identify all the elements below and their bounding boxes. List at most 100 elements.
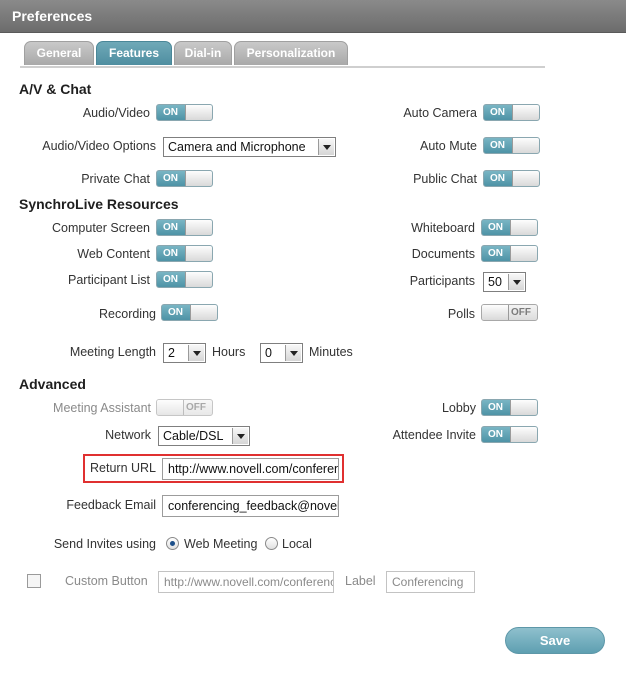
tab-features[interactable]: Features (96, 41, 172, 65)
toggle-state: ON (490, 173, 505, 184)
attendee-invite-label: Attendee Invite (392, 428, 476, 442)
whiteboard-label: Whiteboard (411, 221, 475, 235)
select-value: 0 (265, 346, 272, 360)
toggle-knob (185, 272, 212, 287)
hours-label: Hours (212, 345, 246, 359)
feedback-email-input[interactable]: conferencing_feedback@novell.com (162, 495, 339, 517)
participants-select[interactable]: 50 (483, 272, 526, 292)
chevron-down-icon (318, 139, 334, 155)
return-url-input[interactable]: http://www.novell.com/conferencing (162, 458, 339, 480)
toggle-knob (510, 246, 537, 261)
toggle-state: ON (163, 274, 178, 285)
participants-label: Participants (409, 274, 475, 288)
tab-general[interactable]: General (24, 41, 94, 65)
network-select[interactable]: Cable/DSL (158, 426, 250, 446)
toggle-knob (510, 220, 537, 235)
toggle-knob (482, 305, 509, 320)
chevron-down-icon (508, 274, 524, 290)
toggle-knob (510, 427, 537, 442)
tab-divider (20, 66, 545, 68)
computer-screen-toggle[interactable]: ON (156, 219, 213, 236)
audio-video-options-select[interactable]: Camera and Microphone (163, 137, 336, 157)
section-advanced: Advanced (19, 376, 86, 392)
web-content-label: Web Content (77, 247, 150, 261)
auto-mute-toggle[interactable]: ON (483, 137, 540, 154)
meeting-assistant-toggle[interactable]: OFF (156, 399, 213, 416)
section-av-chat: A/V & Chat (19, 81, 92, 97)
section-synchrolive: SynchroLive Resources (19, 196, 179, 212)
web-content-toggle[interactable]: ON (156, 245, 213, 262)
custom-button-label-caption: Label (345, 574, 376, 588)
toggle-knob (510, 400, 537, 415)
audio-video-toggle[interactable]: ON (156, 104, 213, 121)
local-label: Local (282, 537, 312, 551)
toggle-state: ON (488, 402, 503, 413)
toggle-state: ON (490, 107, 505, 118)
chevron-down-icon (232, 428, 248, 444)
return-url-label: Return URL (90, 461, 156, 475)
toggle-state: ON (163, 222, 178, 233)
toggle-knob (185, 220, 212, 235)
toggle-knob (512, 138, 539, 153)
select-value: 50 (488, 275, 502, 289)
select-value: Cable/DSL (163, 429, 224, 443)
toggle-state: OFF (186, 402, 206, 413)
local-radio[interactable] (265, 537, 278, 550)
select-value: 2 (168, 346, 175, 360)
custom-button-url-input[interactable]: http://www.novell.com/conferencing (158, 571, 334, 593)
custom-button-label: Custom Button (65, 574, 148, 588)
send-invites-label: Send Invites using (53, 537, 156, 551)
recording-toggle[interactable]: ON (161, 304, 218, 321)
toggle-state: ON (163, 173, 178, 184)
toggle-knob (185, 246, 212, 261)
toggle-knob (185, 105, 212, 120)
toggle-knob (190, 305, 217, 320)
public-chat-toggle[interactable]: ON (483, 170, 540, 187)
window-title: Preferences (0, 0, 626, 33)
documents-label: Documents (411, 247, 475, 261)
documents-toggle[interactable]: ON (481, 245, 538, 262)
recording-label: Recording (99, 307, 156, 321)
computer-screen-label: Computer Screen (52, 221, 150, 235)
lobby-label: Lobby (441, 401, 476, 415)
auto-mute-label: Auto Mute (420, 139, 477, 153)
polls-toggle[interactable]: OFF (481, 304, 538, 321)
private-chat-label: Private Chat (81, 172, 150, 186)
lobby-toggle[interactable]: ON (481, 399, 538, 416)
hours-select[interactable]: 2 (163, 343, 206, 363)
auto-camera-toggle[interactable]: ON (483, 104, 540, 121)
web-meeting-label: Web Meeting (184, 537, 258, 551)
minutes-select[interactable]: 0 (260, 343, 303, 363)
web-meeting-radio[interactable] (166, 537, 179, 550)
network-label: Network (105, 428, 151, 442)
whiteboard-toggle[interactable]: ON (481, 219, 538, 236)
attendee-invite-toggle[interactable]: ON (481, 426, 538, 443)
meeting-assistant-label: Meeting Assistant (53, 401, 151, 415)
participant-list-toggle[interactable]: ON (156, 271, 213, 288)
audio-video-options-label: Audio/Video Options (42, 139, 156, 153)
tab-personalization[interactable]: Personalization (234, 41, 348, 65)
toggle-state: ON (163, 107, 178, 118)
toggle-knob (512, 105, 539, 120)
private-chat-toggle[interactable]: ON (156, 170, 213, 187)
toggle-state: OFF (511, 307, 531, 318)
toggle-knob (512, 171, 539, 186)
polls-label: Polls (447, 307, 475, 321)
toggle-state: ON (163, 248, 178, 259)
toggle-state: ON (168, 307, 183, 318)
custom-button-checkbox[interactable] (27, 574, 41, 588)
feedback-email-label: Feedback Email (66, 498, 156, 512)
save-button[interactable]: Save (505, 627, 605, 654)
public-chat-label: Public Chat (413, 172, 477, 186)
toggle-state: ON (488, 222, 503, 233)
toggle-state: ON (490, 140, 505, 151)
tab-dial-in[interactable]: Dial-in (174, 41, 232, 65)
auto-camera-label: Auto Camera (403, 106, 477, 120)
toggle-state: ON (488, 429, 503, 440)
select-value: Camera and Microphone (168, 140, 306, 154)
meeting-length-label: Meeting Length (69, 345, 156, 359)
toggle-state: ON (488, 248, 503, 259)
chevron-down-icon (285, 345, 301, 361)
toggle-knob (157, 400, 184, 415)
custom-button-label-input[interactable]: Conferencing (386, 571, 475, 593)
